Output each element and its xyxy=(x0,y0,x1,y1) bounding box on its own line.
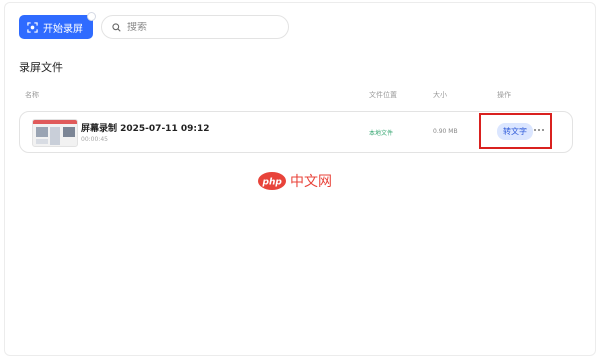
convert-to-text-button[interactable]: 转文字 xyxy=(497,123,533,140)
svg-text:中文网: 中文网 xyxy=(290,174,332,190)
file-location-link[interactable]: 本地文件 xyxy=(369,128,393,137)
badge-dot xyxy=(87,12,96,21)
svg-text:php: php xyxy=(262,178,283,188)
more-options-icon[interactable] xyxy=(532,124,546,136)
search-input[interactable] xyxy=(127,21,277,33)
top-toolbar: 开始录屏 xyxy=(19,12,289,39)
search-icon xyxy=(112,22,121,32)
video-thumbnail[interactable] xyxy=(32,119,78,147)
php-cn-watermark-logo: php 中文网 xyxy=(258,172,332,190)
start-recording-button[interactable]: 开始录屏 xyxy=(19,12,96,39)
column-header-name: 名称 xyxy=(25,91,39,99)
column-header-actions: 操作 xyxy=(497,91,511,99)
file-size: 0.90 MB xyxy=(433,128,458,135)
screen-record-icon xyxy=(27,21,38,33)
file-name: 屏幕录制 2025-07-11 09:12 xyxy=(81,124,210,134)
column-header-size: 大小 xyxy=(433,91,447,99)
file-duration: 00:00:45 xyxy=(81,136,108,143)
start-recording-label: 开始录屏 xyxy=(43,23,83,35)
column-header-location: 文件位置 xyxy=(369,91,397,99)
search-box[interactable] xyxy=(101,15,289,39)
section-title: 录屏文件 xyxy=(19,61,63,74)
